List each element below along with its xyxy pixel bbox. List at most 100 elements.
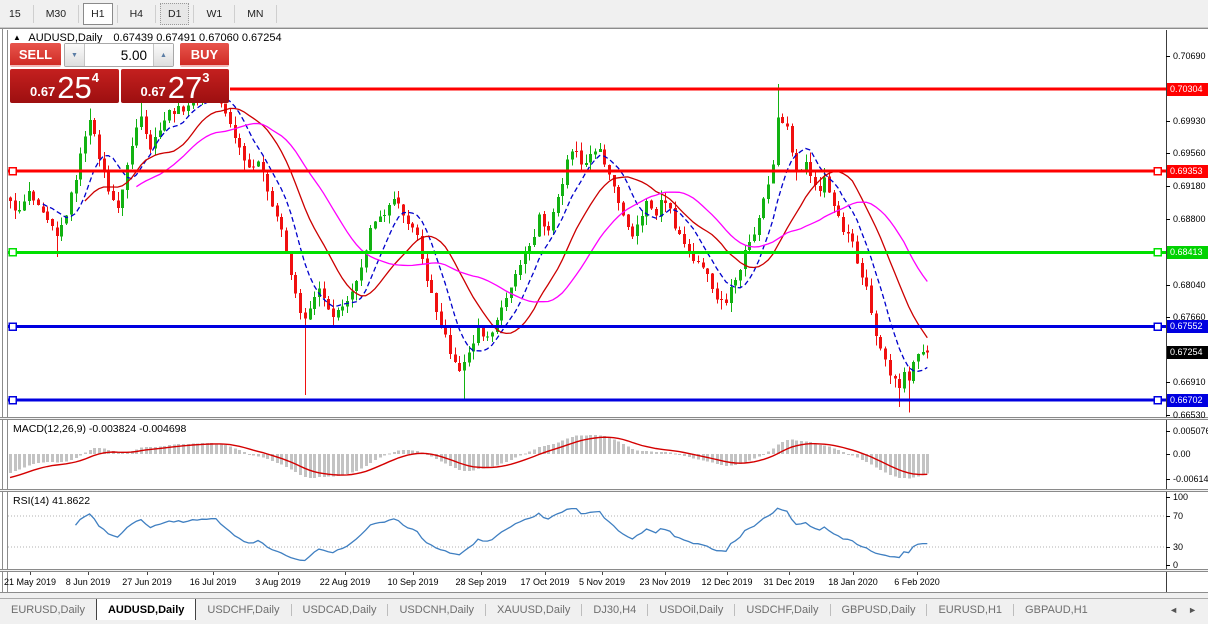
timeframe-button-d1[interactable]: D1 — [160, 2, 190, 25]
price-axis-border — [1166, 30, 1167, 592]
macd-axis-label: 0.005076 — [1173, 426, 1208, 436]
hline-handle-left — [8, 322, 17, 331]
volume-increase-icon[interactable]: ▲ — [152, 44, 173, 66]
macd-histogram — [9, 435, 929, 479]
one-click-trade-panel: SELL ▼ ▲ BUY 0.67 25 4 0.67 27 3 — [10, 43, 229, 103]
date-label: 18 Jan 2020 — [828, 577, 878, 587]
rsi-tick-mark — [1166, 516, 1170, 517]
date-label: 21 May 2019 — [3, 577, 57, 587]
tab-scroll-right-icon[interactable]: ► — [1183, 603, 1202, 617]
price-tick-mark — [1166, 153, 1170, 154]
date-label: 16 Jul 2019 — [189, 577, 237, 587]
date-label: 10 Sep 2019 — [387, 577, 439, 587]
price-badge-0.67552: 0.67552 — [1167, 320, 1208, 333]
price-tick-label: 0.68800 — [1173, 214, 1206, 224]
price-tick-mark — [1166, 186, 1170, 187]
window-border-top — [0, 28, 1208, 29]
price-tick-label: 0.69560 — [1173, 148, 1206, 158]
symbol-tabbar: EURUSD,Daily AUDUSD,Daily USDCHF,Daily USDC… — [0, 598, 1208, 621]
price-tick-label: 0.68040 — [1173, 280, 1206, 290]
buy-button[interactable]: BUY — [179, 43, 229, 67]
pane-separator-macd-rsi[interactable] — [0, 489, 1208, 492]
candlesticks — [9, 83, 929, 413]
price-tick-label: 0.66530 — [1173, 410, 1206, 420]
price-badge-0.66702: 0.66702 — [1167, 394, 1208, 407]
timeframe-button-w1[interactable]: W1 — [198, 3, 230, 25]
macd-axis-label: -0.00614 — [1173, 474, 1208, 484]
tab-usdcad-daily[interactable]: USDCAD,Daily — [292, 599, 388, 621]
macd-label: MACD(12,26,9) -0.003824 -0.004698 — [13, 423, 187, 435]
fast-ma — [42, 96, 928, 372]
hline-handle-left — [8, 166, 17, 176]
rsi-axis-label: 30 — [1173, 542, 1184, 552]
pane-separator-rsi-dates[interactable] — [0, 569, 1208, 572]
tab-usdcnh-daily[interactable]: USDCNH,Daily — [388, 599, 485, 621]
macd-tick-mark — [1166, 479, 1170, 480]
buy-price-big: 27 — [167, 70, 203, 105]
hline-handle-left — [8, 248, 17, 257]
hline-handle-right — [1153, 322, 1162, 331]
price-badge-0.70304: 0.70304 — [1167, 83, 1208, 96]
price-tick-label: 0.69930 — [1173, 116, 1206, 126]
tab-dj30-h4[interactable]: DJ30,H4 — [582, 599, 647, 621]
date-tick-mark — [278, 572, 279, 575]
tab-scroll-left-icon[interactable]: ◄ — [1164, 603, 1183, 617]
date-tick-mark — [413, 572, 414, 575]
date-tick-mark — [917, 572, 918, 575]
sell-button[interactable]: SELL — [10, 43, 61, 67]
price-tick-label: 0.69180 — [1173, 181, 1206, 191]
price-tick-mark — [1166, 121, 1170, 122]
buy-price-box[interactable]: 0.67 27 3 — [121, 69, 229, 103]
date-label: 23 Nov 2019 — [639, 577, 691, 587]
toolbar-separator — [32, 4, 34, 23]
tab-eurusd-daily[interactable]: EURUSD,Daily — [0, 599, 96, 621]
date-label: 28 Sep 2019 — [455, 577, 507, 587]
timeframe-button-15[interactable]: 15 — [1, 3, 29, 25]
price-badge-0.68413: 0.68413 — [1167, 246, 1208, 259]
date-tick-mark — [481, 572, 482, 575]
rsi-axis-label: 70 — [1173, 511, 1184, 521]
buy-price-pip: 3 — [202, 70, 210, 85]
timeframe-button-m30[interactable]: M30 — [38, 3, 74, 25]
tab-audusd-daily[interactable]: AUDUSD,Daily — [95, 599, 197, 621]
date-tick-mark — [727, 572, 728, 575]
date-label: 6 Feb 2020 — [894, 577, 940, 587]
date-tick-mark — [602, 572, 603, 575]
window-border-left — [2, 28, 3, 593]
price-badge-0.69353: 0.69353 — [1167, 165, 1208, 178]
timeframe-button-h4[interactable]: H4 — [122, 3, 151, 25]
sell-price-box[interactable]: 0.67 25 4 — [10, 69, 119, 103]
date-tick-mark — [853, 572, 854, 575]
rsi-tick-mark — [1166, 497, 1170, 498]
volume-input[interactable] — [84, 44, 153, 66]
date-label: 22 Aug 2019 — [319, 577, 371, 587]
tab-usdoil-daily[interactable]: USDOil,Daily — [648, 599, 734, 621]
macd-tick-mark — [1166, 431, 1170, 432]
price-tick-mark — [1166, 382, 1170, 383]
date-tick-mark — [213, 572, 214, 575]
timeframe-button-h1[interactable]: H1 — [83, 2, 113, 25]
date-tick-mark — [665, 572, 666, 575]
timeframe-button-mn[interactable]: MN — [239, 3, 271, 25]
tab-usdchf-daily[interactable]: USDCHF,Daily — [735, 599, 829, 621]
date-tick-mark — [545, 572, 546, 575]
pane-separator-main-macd[interactable] — [0, 417, 1208, 420]
rsi-pane-canvas[interactable] — [8, 492, 1166, 568]
toolbar-separator — [155, 4, 156, 23]
tab-scroll-arrows: ◄ ► — [1164, 599, 1208, 621]
tab-eurusd-h1[interactable]: EURUSD,H1 — [927, 599, 1013, 621]
tab-gbpusd-daily[interactable]: GBPUSD,Daily — [831, 599, 927, 621]
tab-xauusd-daily[interactable]: XAUUSD,Daily — [486, 599, 581, 621]
price-tick-mark — [1166, 285, 1170, 286]
tab-usdchf-daily[interactable]: USDCHF,Daily — [196, 599, 290, 621]
toolbar-separator — [234, 4, 236, 23]
instrument-triangle-icon[interactable]: ▲ — [13, 33, 21, 42]
screen-bottom-strip — [0, 620, 1208, 624]
macd-axis-label: 0.00 — [1173, 449, 1191, 459]
date-tick-mark — [345, 572, 346, 575]
date-tick-mark — [147, 572, 148, 575]
volume-decrease-icon[interactable]: ▼ — [64, 44, 85, 66]
horizontal-lines[interactable] — [8, 87, 1166, 405]
tab-gbpaud-h1[interactable]: GBPAUD,H1 — [1014, 599, 1099, 621]
sell-price-big: 25 — [57, 70, 92, 105]
